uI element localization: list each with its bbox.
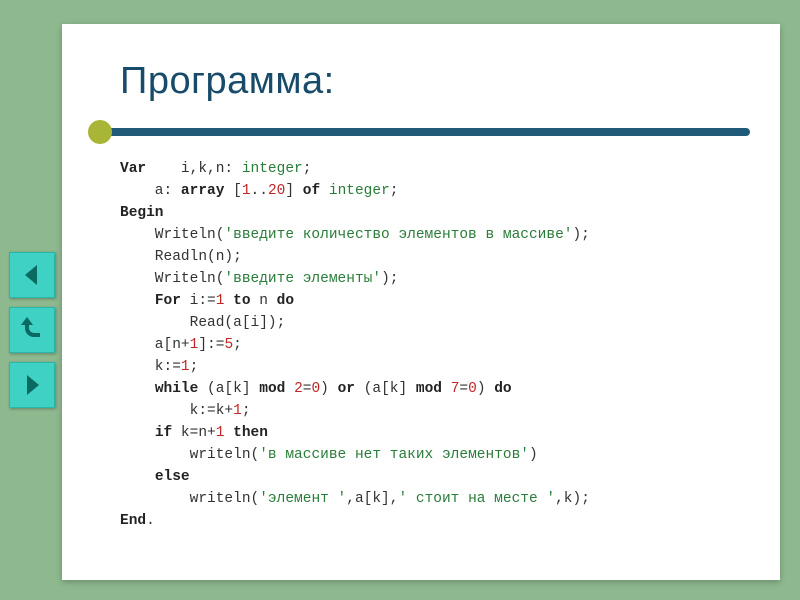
arrow-right-icon <box>19 372 45 398</box>
nav-return-button[interactable] <box>9 307 55 353</box>
code-block: Var i,k,n: integer; a: array [1..20] of … <box>120 158 590 532</box>
slide-title: Программа: <box>120 60 335 103</box>
arrow-left-icon <box>19 262 45 288</box>
slide: Программа: Var i,k,n: integer; a: array … <box>62 24 780 580</box>
return-icon <box>17 315 47 345</box>
title-rule <box>92 122 750 142</box>
nav-prev-button[interactable] <box>9 252 55 298</box>
nav-next-button[interactable] <box>9 362 55 408</box>
